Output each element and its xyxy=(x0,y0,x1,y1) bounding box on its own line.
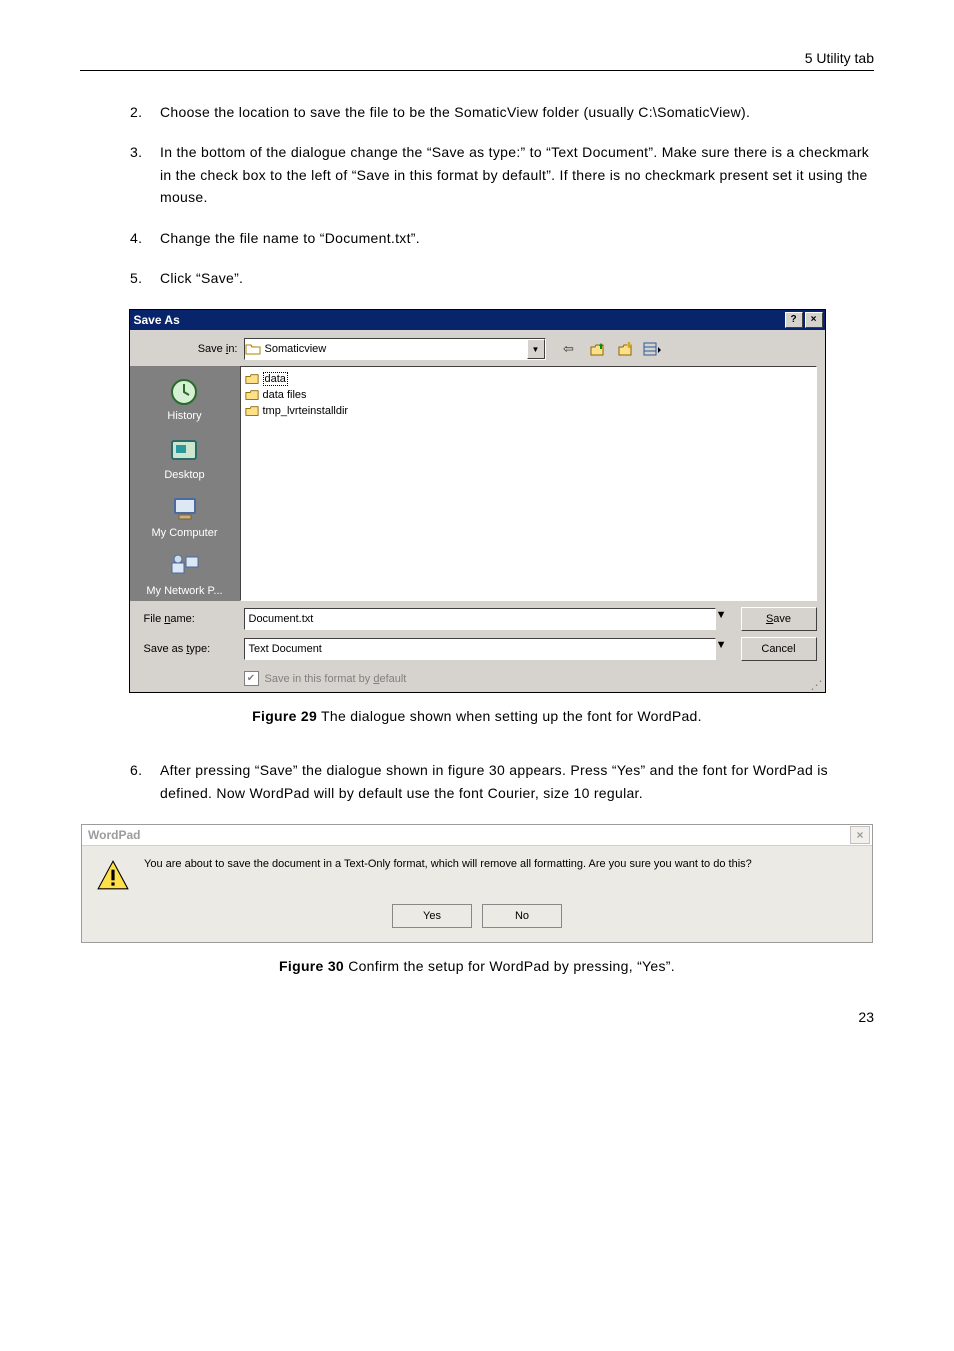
default-format-label: Save in this format by default xyxy=(265,673,407,685)
yes-button[interactable]: Yes xyxy=(392,904,472,928)
page-header: 5 Utility tab xyxy=(80,50,874,71)
close-button[interactable]: × xyxy=(850,826,870,844)
chevron-down-icon[interactable]: ▼ xyxy=(716,639,727,659)
folder-name: tmp_lvrteinstalldir xyxy=(263,405,349,417)
folder-name: data files xyxy=(263,389,307,401)
steps-list-2: 6.After pressing “Save” the dialogue sho… xyxy=(130,759,874,804)
views-icon[interactable] xyxy=(642,339,664,359)
chevron-down-icon[interactable]: ▼ xyxy=(527,339,545,359)
default-format-checkbox[interactable]: ✔ xyxy=(244,671,259,686)
step-num: 2. xyxy=(130,101,160,123)
place-label: History xyxy=(167,410,201,422)
warning-icon xyxy=(96,858,130,892)
save-in-value: Somaticview xyxy=(261,343,527,355)
saveastype-value: Text Document xyxy=(245,643,326,655)
step-num: 4. xyxy=(130,227,160,249)
folder-item[interactable]: tmp_lvrteinstalldir xyxy=(245,403,812,419)
places-bar: History Desktop My Computer My Network P… xyxy=(130,366,240,601)
step-num: 6. xyxy=(130,759,160,804)
filename-field[interactable]: Document.txt xyxy=(244,608,716,630)
step-text: After pressing “Save” the dialogue shown… xyxy=(160,759,874,804)
up-one-level-icon[interactable] xyxy=(586,339,608,359)
step-text: In the bottom of the dialogue change the… xyxy=(160,141,874,208)
wordpad-confirm-dialog: WordPad × You are about to save the docu… xyxy=(81,824,873,943)
file-list[interactable]: data data files tmp_lvrteinstalldir xyxy=(240,366,817,601)
saveastype-label: Save as type: xyxy=(138,643,244,655)
chevron-down-icon[interactable]: ▼ xyxy=(716,609,727,629)
close-button[interactable]: × xyxy=(805,312,823,328)
page-number: 23 xyxy=(80,1009,874,1025)
folder-item[interactable]: data xyxy=(245,371,812,387)
help-button[interactable]: ? xyxy=(785,312,803,328)
step-text: Choose the location to save the file to … xyxy=(160,101,750,123)
back-icon[interactable]: ⇦ xyxy=(558,339,580,359)
titlebar: Save As ? × xyxy=(130,310,825,330)
filename-value: Document.txt xyxy=(245,613,318,625)
figure-29-caption: Figure 29 The dialogue shown when settin… xyxy=(80,708,874,724)
folder-open-icon xyxy=(245,341,261,357)
msgbox-titlebar: WordPad × xyxy=(82,825,872,846)
msgbox-text: You are about to save the document in a … xyxy=(144,858,752,870)
filename-label: File name: xyxy=(138,613,244,625)
place-label: My Computer xyxy=(151,527,217,539)
places-history[interactable]: History xyxy=(167,372,201,426)
places-my-computer[interactable]: My Computer xyxy=(151,489,217,543)
no-button[interactable]: No xyxy=(482,904,562,928)
dialog-title: Save As xyxy=(134,313,180,327)
places-my-network[interactable]: My Network P... xyxy=(146,547,222,601)
step-text: Click “Save”. xyxy=(160,267,243,289)
saveastype-field[interactable]: Text Document xyxy=(244,638,716,660)
steps-list-1: 2.Choose the location to save the file t… xyxy=(130,101,874,289)
place-label: My Network P... xyxy=(146,585,222,597)
folder-name: data xyxy=(263,372,288,386)
folder-item[interactable]: data files xyxy=(245,387,812,403)
new-folder-icon[interactable] xyxy=(614,339,636,359)
figure-30-caption: Figure 30 Confirm the setup for WordPad … xyxy=(80,958,874,974)
save-in-label: Save in: xyxy=(138,343,244,355)
step-text: Change the file name to “Document.txt”. xyxy=(160,227,420,249)
save-as-dialog: Save As ? × Save in: Somaticview ▼ ⇦ xyxy=(129,309,826,693)
cancel-button[interactable]: Cancel xyxy=(741,637,817,661)
save-in-combo[interactable]: Somaticview ▼ xyxy=(244,338,546,360)
step-num: 3. xyxy=(130,141,160,208)
msgbox-title: WordPad xyxy=(88,828,140,842)
save-button[interactable]: Save xyxy=(741,607,817,631)
places-desktop[interactable]: Desktop xyxy=(164,431,204,485)
step-num: 5. xyxy=(130,267,160,289)
place-label: Desktop xyxy=(164,469,204,481)
